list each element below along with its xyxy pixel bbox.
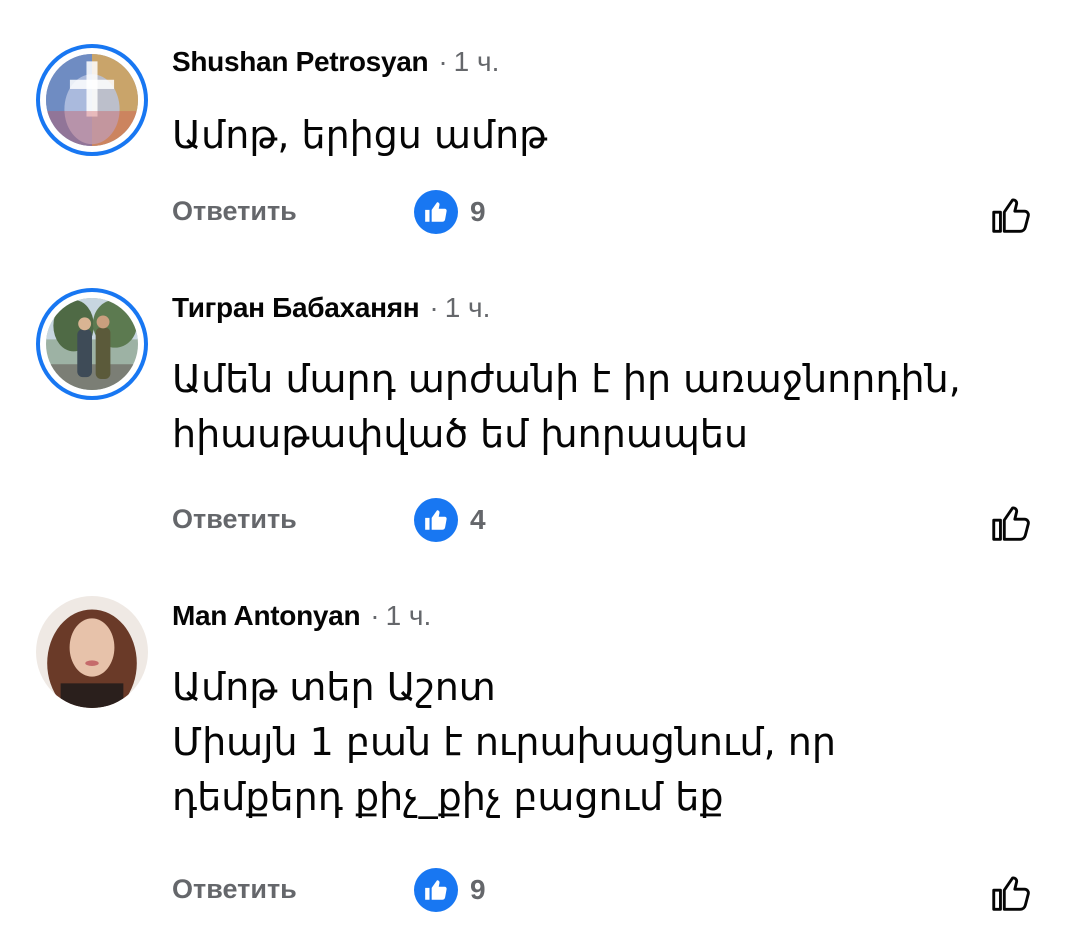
reply-button[interactable]: Ответить — [172, 504, 297, 535]
comment-author[interactable]: Shushan Petrosyan — [172, 46, 429, 78]
thumbs-up-icon — [414, 868, 458, 912]
separator: · — [429, 292, 439, 323]
avatar-image — [36, 596, 148, 708]
reply-button[interactable]: Ответить — [172, 874, 297, 905]
reaction-summary[interactable]: 9 — [414, 868, 486, 912]
reaction-summary[interactable]: 4 — [414, 498, 486, 542]
thumbs-up-outline-icon — [992, 876, 1030, 911]
reaction-summary[interactable]: 9 — [414, 190, 486, 234]
thumbs-up-outline-icon — [992, 506, 1030, 541]
reaction-count: 9 — [470, 196, 486, 227]
avatar-image — [46, 54, 138, 146]
thumbs-up-icon — [414, 498, 458, 542]
avatar-image — [46, 298, 138, 390]
separator: · — [370, 600, 380, 631]
avatar[interactable] — [36, 596, 148, 708]
like-button[interactable] — [988, 870, 1034, 916]
like-button[interactable] — [988, 192, 1034, 238]
separator: · — [438, 46, 448, 77]
comment-author[interactable]: Тигран Бабаханян — [172, 292, 420, 324]
avatar[interactable] — [36, 288, 148, 400]
comment-author[interactable]: Man Antonyan — [172, 600, 361, 632]
comment-text: Ամոթ տեր Աշոտ Միայն 1 բան է ուրախացնում,… — [172, 665, 836, 819]
reaction-count: 4 — [470, 504, 486, 535]
avatar[interactable] — [36, 44, 148, 156]
comment-text: Ամեն մարդ արժանի է իր առաջնորդին, հիասթա… — [172, 357, 961, 456]
reaction-count: 9 — [470, 874, 486, 905]
comment-time[interactable]: 1 ч. — [445, 292, 491, 324]
thumbs-up-outline-icon — [992, 198, 1030, 233]
thumbs-up-icon — [414, 190, 458, 234]
comment-time[interactable]: 1 ч. — [454, 46, 500, 78]
like-button[interactable] — [988, 500, 1034, 546]
comment-time[interactable]: 1 ч. — [386, 600, 432, 632]
reply-button[interactable]: Ответить — [172, 196, 297, 227]
comment-text: Ամոթ, երիցս ամոթ — [172, 113, 548, 157]
